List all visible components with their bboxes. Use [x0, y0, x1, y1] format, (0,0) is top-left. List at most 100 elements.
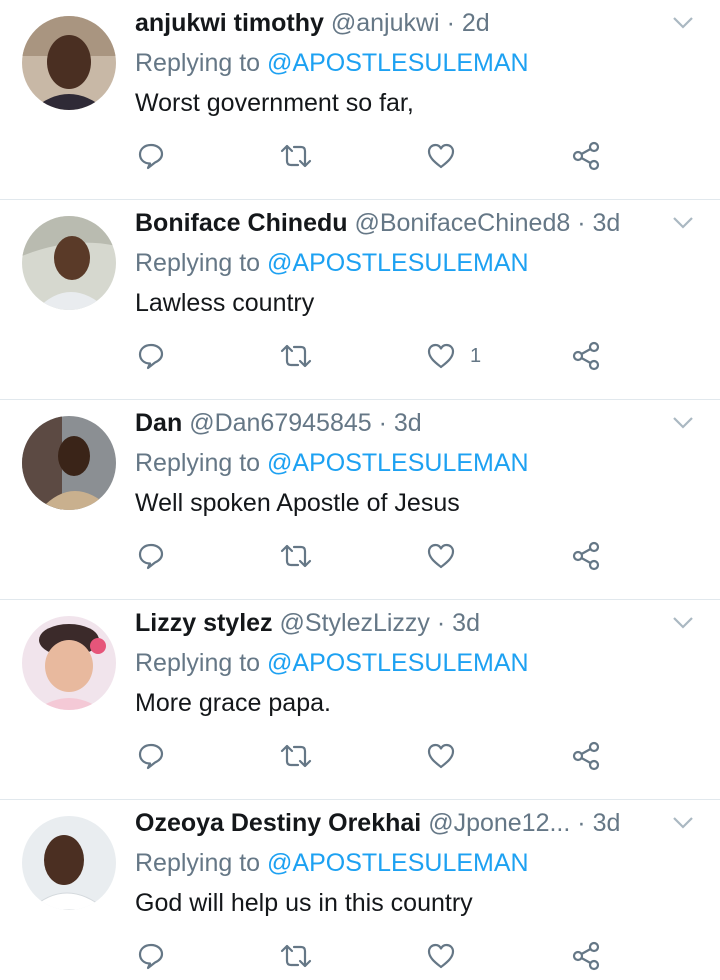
reply-feed: anjukwi timothy @anjukwi · 2d Replying t…: [0, 0, 720, 980]
user-name[interactable]: Dan: [135, 409, 182, 437]
replying-label: Replying to: [135, 649, 261, 677]
share-button[interactable]: [570, 740, 602, 772]
user-handle[interactable]: @Jpone12...: [428, 809, 570, 837]
share-button[interactable]: [570, 340, 602, 372]
retweet-button[interactable]: [279, 140, 313, 172]
user-name[interactable]: Boniface Chinedu: [135, 209, 348, 237]
separator-dot: ·: [446, 9, 455, 37]
like-button[interactable]: [426, 540, 470, 572]
chevron-down-icon[interactable]: [672, 816, 694, 830]
retweet-icon: [280, 544, 312, 568]
user-handle[interactable]: @anjukwi: [331, 9, 440, 37]
user-handle[interactable]: @BonifaceChined8: [354, 209, 570, 237]
action-bar: 1: [0, 340, 720, 376]
user-handle[interactable]: @StylezLizzy: [280, 609, 430, 637]
action-bar: [0, 740, 720, 776]
reply-button[interactable]: [136, 740, 166, 772]
tweet-header: anjukwi timothy @anjukwi · 2d: [135, 6, 650, 40]
heart-icon: [427, 543, 455, 569]
tweet-header: Lizzy stylez @StylezLizzy · 3d: [135, 606, 650, 640]
share-button[interactable]: [570, 940, 602, 972]
reply-button[interactable]: [136, 540, 166, 572]
chevron-down-icon[interactable]: [672, 216, 694, 230]
heart-icon: [427, 943, 455, 969]
like-button[interactable]: [426, 740, 470, 772]
tweet-text: Worst government so far,: [135, 89, 414, 117]
replying-label: Replying to: [135, 249, 261, 277]
retweet-button[interactable]: [279, 740, 313, 772]
heart-icon: [427, 743, 455, 769]
tweet-card[interactable]: Ozeoya Destiny Orekhai @Jpone12... · 3d …: [0, 800, 720, 980]
retweet-button[interactable]: [279, 540, 313, 572]
retweet-icon: [280, 344, 312, 368]
tweet-card[interactable]: Dan @Dan67945845 · 3d Replying to @APOST…: [0, 400, 720, 600]
timestamp[interactable]: 2d: [462, 9, 490, 37]
share-icon: [572, 741, 600, 771]
separator-dot: ·: [378, 409, 387, 437]
tweet-text: God will help us in this country: [135, 889, 473, 917]
mention-link[interactable]: @APOSTLESULEMAN: [267, 649, 529, 677]
user-name[interactable]: anjukwi timothy: [135, 9, 324, 37]
avatar[interactable]: [22, 816, 116, 910]
action-bar: [0, 140, 720, 176]
separator-dot: ·: [436, 609, 446, 637]
timestamp[interactable]: 3d: [394, 409, 422, 437]
reply-icon: [138, 743, 164, 770]
avatar[interactable]: [22, 616, 116, 710]
chevron-down-icon[interactable]: [672, 416, 694, 430]
like-count: 1: [470, 344, 482, 367]
tweet-text: Well spoken Apostle of Jesus: [135, 489, 460, 517]
timestamp[interactable]: 3d: [452, 609, 480, 637]
separator-dot: ·: [577, 209, 586, 237]
like-button[interactable]: [426, 140, 470, 172]
tweet-header: Ozeoya Destiny Orekhai @Jpone12... · 3d: [135, 806, 650, 840]
replying-to: Replying to @APOSTLESULEMAN: [135, 646, 529, 680]
reply-button[interactable]: [136, 940, 166, 972]
share-button[interactable]: [570, 540, 602, 572]
tweet-card[interactable]: Boniface Chinedu @BonifaceChined8 · 3d R…: [0, 200, 720, 400]
avatar[interactable]: [22, 16, 116, 110]
replying-label: Replying to: [135, 849, 261, 877]
mention-link[interactable]: @APOSTLESULEMAN: [267, 449, 529, 477]
reply-icon: [138, 143, 164, 170]
avatar[interactable]: [22, 416, 116, 510]
replying-to: Replying to @APOSTLESULEMAN: [135, 846, 529, 880]
share-icon: [572, 941, 600, 971]
like-button[interactable]: 1: [426, 340, 481, 372]
like-button[interactable]: [426, 940, 470, 972]
reply-button[interactable]: [136, 340, 166, 372]
retweet-button[interactable]: [279, 940, 313, 972]
retweet-icon: [280, 144, 312, 168]
mention-link[interactable]: @APOSTLESULEMAN: [267, 249, 529, 277]
share-icon: [572, 341, 600, 371]
chevron-down-icon[interactable]: [672, 616, 694, 630]
tweet-header: Boniface Chinedu @BonifaceChined8 · 3d: [135, 206, 650, 240]
retweet-button[interactable]: [279, 340, 313, 372]
avatar[interactable]: [22, 216, 116, 310]
tweet-header: Dan @Dan67945845 · 3d: [135, 406, 650, 440]
retweet-icon: [280, 744, 312, 768]
timestamp[interactable]: 3d: [593, 809, 621, 837]
reply-button[interactable]: [136, 140, 166, 172]
share-icon: [572, 141, 600, 171]
timestamp[interactable]: 3d: [593, 209, 621, 237]
mention-link[interactable]: @APOSTLESULEMAN: [267, 849, 529, 877]
reply-icon: [138, 343, 164, 370]
retweet-icon: [280, 944, 312, 968]
share-button[interactable]: [570, 140, 602, 172]
chevron-down-icon[interactable]: [672, 16, 694, 30]
user-handle[interactable]: @Dan67945845: [189, 409, 371, 437]
user-name[interactable]: Ozeoya Destiny Orekhai: [135, 809, 421, 837]
tweet-text: Lawless country: [135, 289, 315, 317]
tweet-card[interactable]: anjukwi timothy @anjukwi · 2d Replying t…: [0, 0, 720, 200]
user-name[interactable]: Lizzy stylez: [135, 609, 273, 637]
replying-to: Replying to @APOSTLESULEMAN: [135, 246, 529, 280]
heart-icon: [427, 143, 455, 169]
action-bar: [0, 540, 720, 576]
mention-link[interactable]: @APOSTLESULEMAN: [267, 49, 529, 77]
replying-to: Replying to @APOSTLESULEMAN: [135, 446, 529, 480]
tweet-card[interactable]: Lizzy stylez @StylezLizzy · 3d Replying …: [0, 600, 720, 800]
replying-to: Replying to @APOSTLESULEMAN: [135, 46, 529, 80]
share-icon: [572, 541, 600, 571]
replying-label: Replying to: [135, 449, 261, 477]
